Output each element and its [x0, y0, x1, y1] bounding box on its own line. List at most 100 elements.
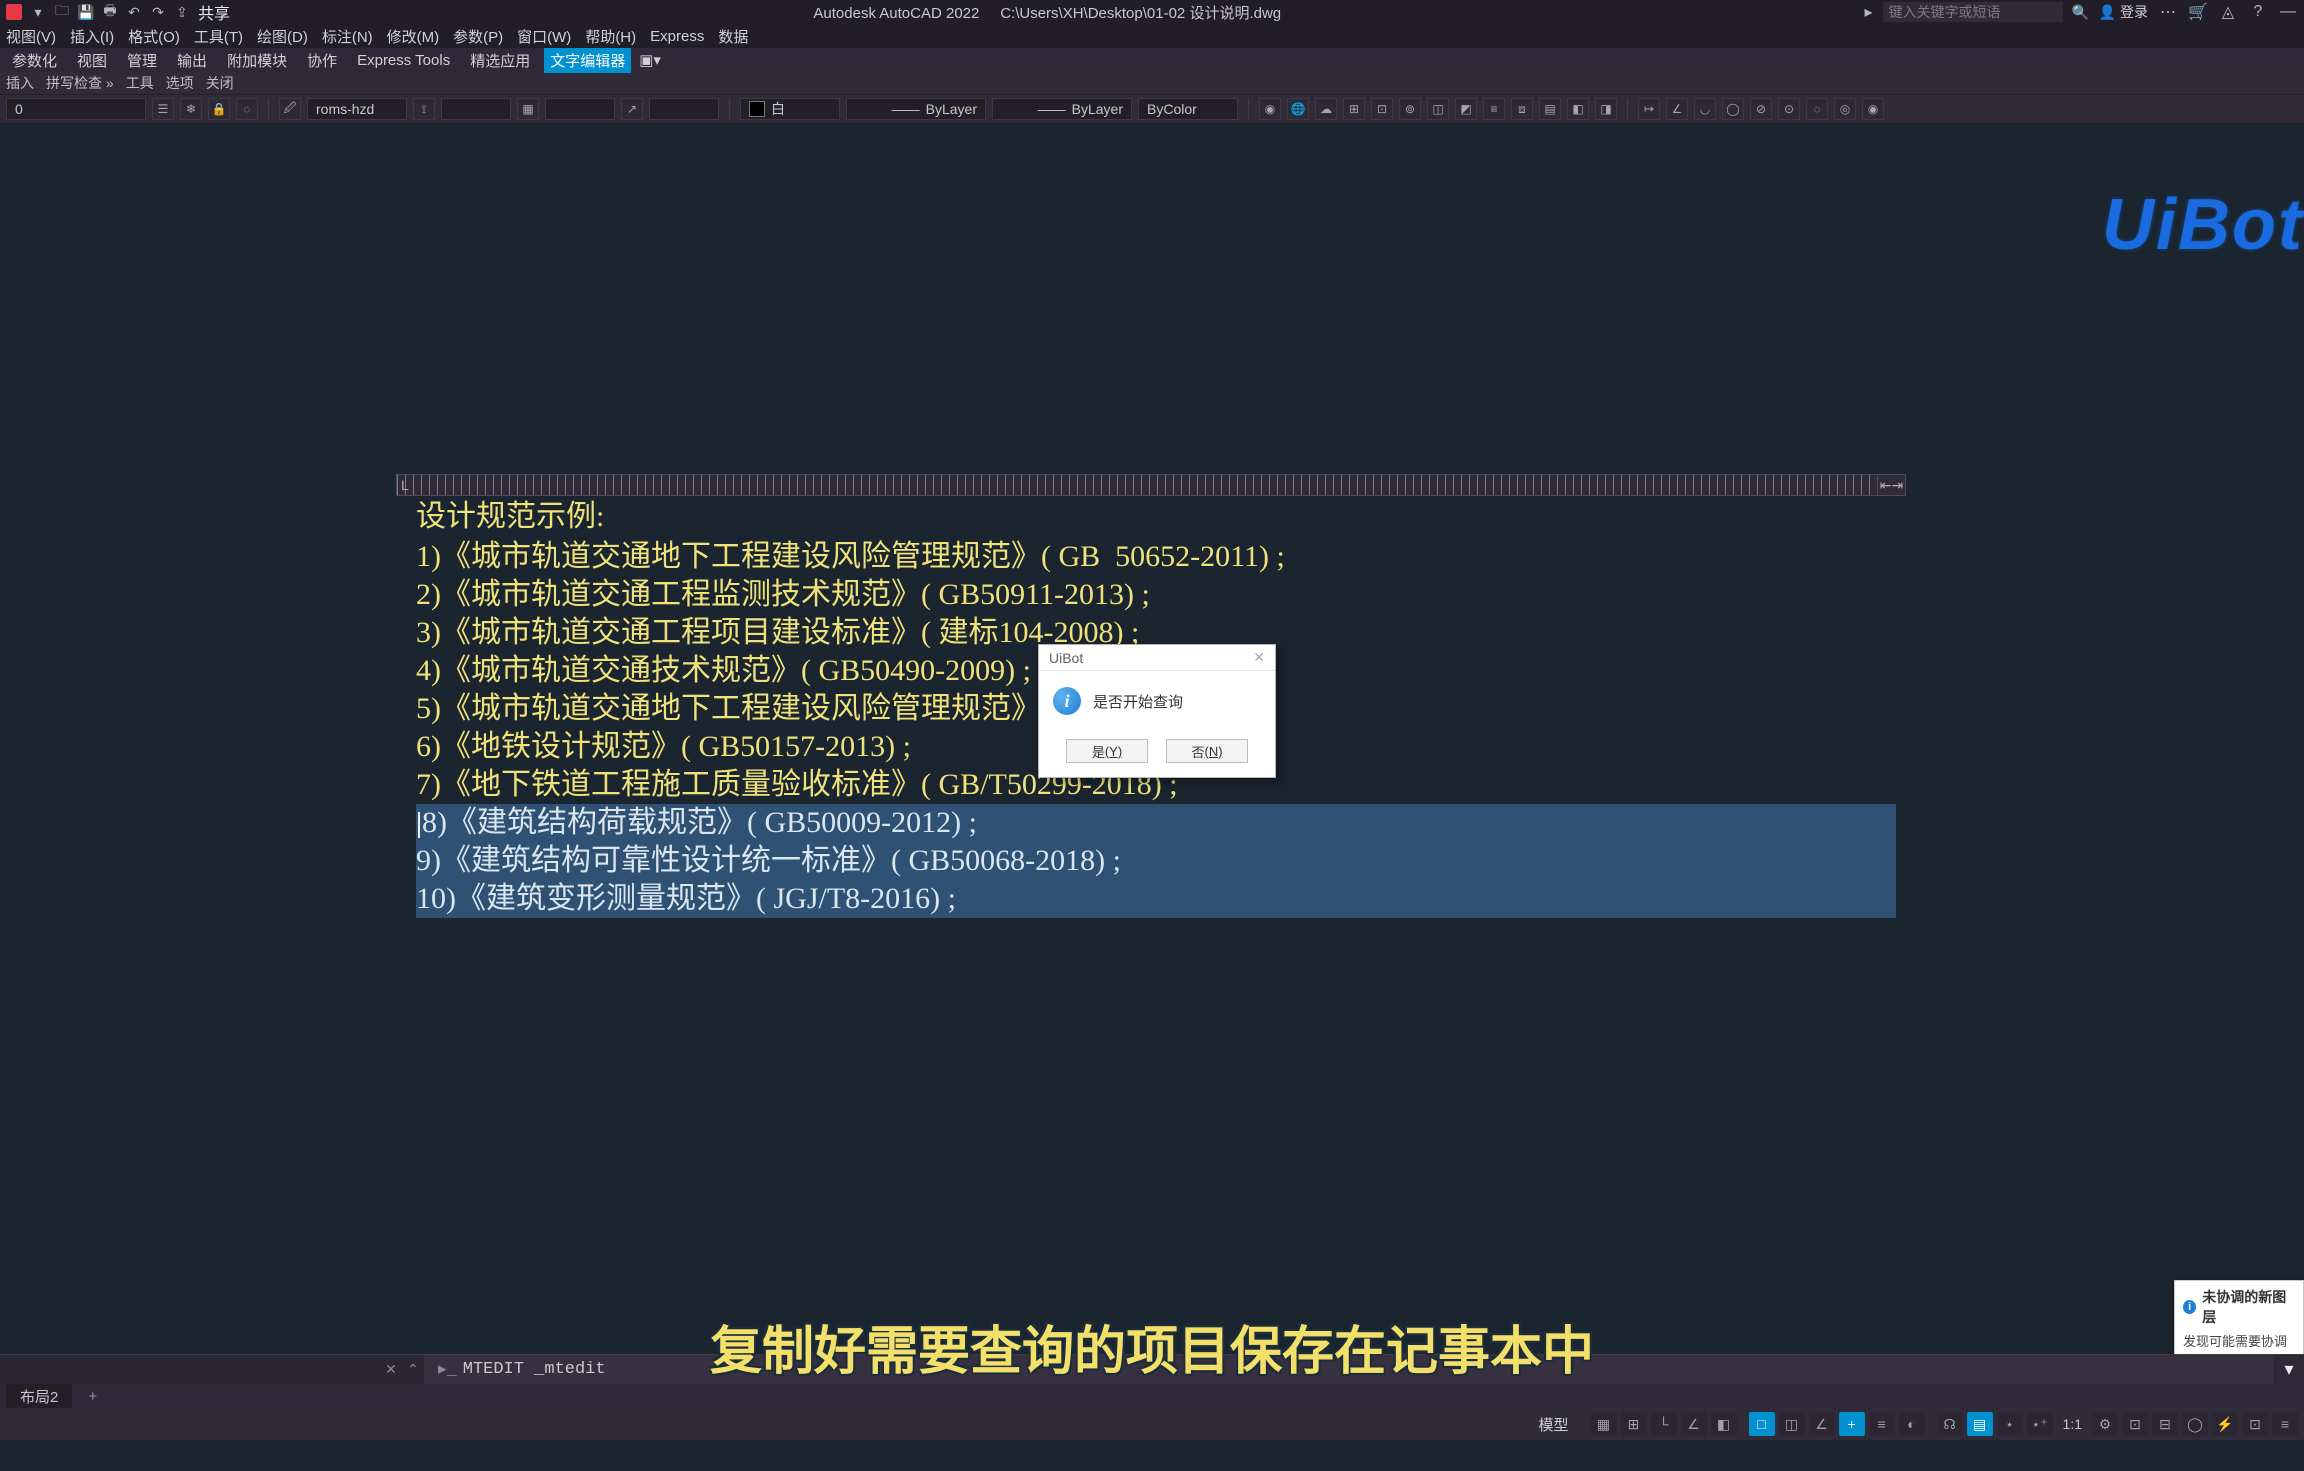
clean-icon[interactable]: ⊡	[2242, 1412, 2268, 1436]
cart-icon[interactable]: 🛒	[2188, 2, 2208, 22]
lineweight-combo[interactable]: —— ByLayer	[992, 98, 1132, 120]
anno-vis-icon[interactable]: ⋆	[1997, 1412, 2023, 1436]
mleader-icon[interactable]: ↗	[621, 98, 643, 120]
layer-combo[interactable]: 0	[6, 98, 146, 120]
layer-states-icon[interactable]: ☰	[152, 98, 174, 120]
isolate-icon[interactable]: ◯	[2182, 1412, 2208, 1436]
d-arc-icon[interactable]: ◡	[1694, 98, 1716, 120]
mtext-ruler[interactable]: ⇤⇥	[396, 474, 1906, 496]
search-icon[interactable]: 🔍	[2073, 4, 2089, 20]
add-layout-icon[interactable]: +	[80, 1388, 105, 1405]
lwt-icon[interactable]: ≡	[1483, 98, 1505, 120]
iso-icon[interactable]: ◧	[1711, 1412, 1737, 1436]
table-combo[interactable]	[545, 98, 615, 120]
close-icon[interactable]: ✕	[1253, 649, 1265, 666]
transparency-icon[interactable]: ◐	[1899, 1412, 1925, 1436]
qat-share-icon[interactable]: ⇪	[174, 4, 190, 20]
menu-format[interactable]: 格式(O)	[128, 26, 180, 47]
sc-icon[interactable]: ◧	[1567, 98, 1589, 120]
d-ang-icon[interactable]: ∠	[1666, 98, 1688, 120]
tab-text-editor[interactable]: 文字编辑器	[544, 48, 631, 73]
ruler-widen-icon[interactable]: ⇤⇥	[1877, 475, 1905, 495]
menu-parametric[interactable]: 参数(P)	[453, 26, 503, 47]
match-prop-icon[interactable]: 🖉	[279, 98, 301, 120]
panel-options[interactable]: 选项	[166, 73, 194, 93]
command-options-icon[interactable]: ▾	[2274, 1359, 2304, 1380]
anno-auto-icon[interactable]: ⋆⁺	[2027, 1412, 2053, 1436]
tab-featured[interactable]: 精选应用	[464, 48, 536, 73]
cloud-icon[interactable]: ☁	[1315, 98, 1337, 120]
qat-undo-icon[interactable]: ↶	[126, 4, 142, 20]
ribbon-minimize-icon[interactable]: ▣▾	[639, 51, 659, 69]
mtext-line-selected[interactable]: 9)《建筑结构可靠性设计统一标准》( GB50068-2018) ;	[416, 842, 1896, 880]
d-rad-icon[interactable]: ◯	[1722, 98, 1744, 120]
mtext-line[interactable]: 2)《城市轨道交通工程监测技术规范》( GB50911-2013) ;	[416, 576, 1896, 614]
share-button[interactable]: 共享	[198, 0, 230, 24]
no-button[interactable]: 否(N)	[1166, 739, 1248, 763]
polar-icon[interactable]: ∠	[1681, 1412, 1707, 1436]
mtext-line-selected[interactable]: 10)《建筑变形测量规范》( JGJ/T8-2016) ;	[416, 880, 1896, 918]
menu-window[interactable]: 窗口(W)	[517, 26, 571, 47]
menu-draw[interactable]: 绘图(D)	[257, 26, 308, 47]
mtext-line-selected[interactable]: 8)《建筑结构荷载规范》( GB50009-2012) ;	[416, 804, 1896, 842]
dyn-icon[interactable]: ◩	[1455, 98, 1477, 120]
command-close-icon[interactable]: ✕	[382, 1361, 400, 1378]
dyn-input-icon[interactable]: +	[1839, 1412, 1865, 1436]
command-input[interactable]: ▸_ MTEDIT _mtedit	[424, 1355, 2274, 1384]
panel-tools[interactable]: 工具	[126, 73, 154, 93]
layer-freeze-icon[interactable]: ❄	[180, 98, 202, 120]
panel-spellcheck[interactable]: 拼写检查 »	[46, 73, 114, 93]
polar-icon[interactable]: ⊚	[1399, 98, 1421, 120]
layout-tab[interactable]: 布局2	[6, 1384, 72, 1408]
menu-express[interactable]: Express	[650, 28, 704, 45]
units-icon[interactable]: ⊟	[2152, 1412, 2178, 1436]
ws-icon[interactable]: ⚙	[2092, 1412, 2118, 1436]
qat-save-icon[interactable]: 💾	[78, 4, 94, 20]
scale-value[interactable]: 1:1	[2057, 1416, 2088, 1432]
mtext-line[interactable]: 1)《城市轨道交通地下工程建设风险管理规范》( GB 50652-2011) ;	[416, 538, 1896, 576]
osnap-icon[interactable]: □	[1749, 1412, 1775, 1436]
menu-tools[interactable]: 工具(T)	[194, 26, 243, 47]
plotstyle-combo[interactable]: ByColor	[1138, 98, 1238, 120]
model-button[interactable]: 模型	[1529, 1414, 1579, 1435]
tab-addins[interactable]: 附加模块	[221, 48, 293, 73]
ortho-icon[interactable]: └	[1651, 1412, 1677, 1436]
tab-express-tools[interactable]: Express Tools	[351, 50, 456, 71]
d-cont-icon[interactable]: ◉	[1862, 98, 1884, 120]
layer-lock-icon[interactable]: 🔒	[208, 98, 230, 120]
d-line-icon[interactable]: ↦	[1638, 98, 1660, 120]
dimstyle-icon[interactable]: ⟟	[413, 98, 435, 120]
panel-insert[interactable]: 插入	[6, 73, 34, 93]
qat-recent-icon[interactable]: ▾	[30, 4, 46, 20]
menu-help[interactable]: 帮助(H)	[585, 26, 636, 47]
help-icon[interactable]: ?	[2248, 3, 2268, 21]
customize-icon[interactable]: ≡	[2272, 1412, 2298, 1436]
d-base-icon[interactable]: ◎	[1834, 98, 1856, 120]
osnap-icon[interactable]: ◉	[1259, 98, 1281, 120]
menu-insert[interactable]: 插入(I)	[70, 26, 114, 47]
mtext-title[interactable]: 设计规范示例:	[416, 498, 1896, 536]
tp-icon[interactable]: ⧈	[1511, 98, 1533, 120]
qat-open-icon[interactable]: 🗀	[54, 4, 70, 20]
menu-view[interactable]: 视图(V)	[6, 26, 56, 47]
qp-icon[interactable]: ▤	[1539, 98, 1561, 120]
dialog-title-bar[interactable]: UiBot ✕	[1039, 645, 1275, 671]
otrack-icon[interactable]: ∠	[1809, 1412, 1835, 1436]
otrack-icon[interactable]: ◫	[1427, 98, 1449, 120]
hw-accel-icon[interactable]: ⚡	[2212, 1412, 2238, 1436]
geo-icon[interactable]: 🌐	[1287, 98, 1309, 120]
textstyle-combo[interactable]: roms-hzd	[307, 98, 407, 120]
mtext-editor[interactable]: 设计规范示例: 1)《城市轨道交通地下工程建设风险管理规范》( GB 50652…	[416, 496, 1896, 1471]
sc-icon[interactable]: ☊	[1937, 1412, 1963, 1436]
mleader-combo[interactable]	[649, 98, 719, 120]
menu-dimension[interactable]: 标注(N)	[322, 26, 373, 47]
tab-manage[interactable]: 管理	[121, 48, 163, 73]
tab-view[interactable]: 视图	[71, 48, 113, 73]
minimize-icon[interactable]: —	[2278, 3, 2298, 21]
color-combo[interactable]: 白	[740, 98, 840, 120]
dim-combo[interactable]	[441, 98, 511, 120]
qp-icon[interactable]: ▤	[1967, 1412, 1993, 1436]
d-ord-icon[interactable]: ⊙	[1778, 98, 1800, 120]
3dosnap-icon[interactable]: ◫	[1779, 1412, 1805, 1436]
lineweight-icon[interactable]: ≡	[1869, 1412, 1895, 1436]
